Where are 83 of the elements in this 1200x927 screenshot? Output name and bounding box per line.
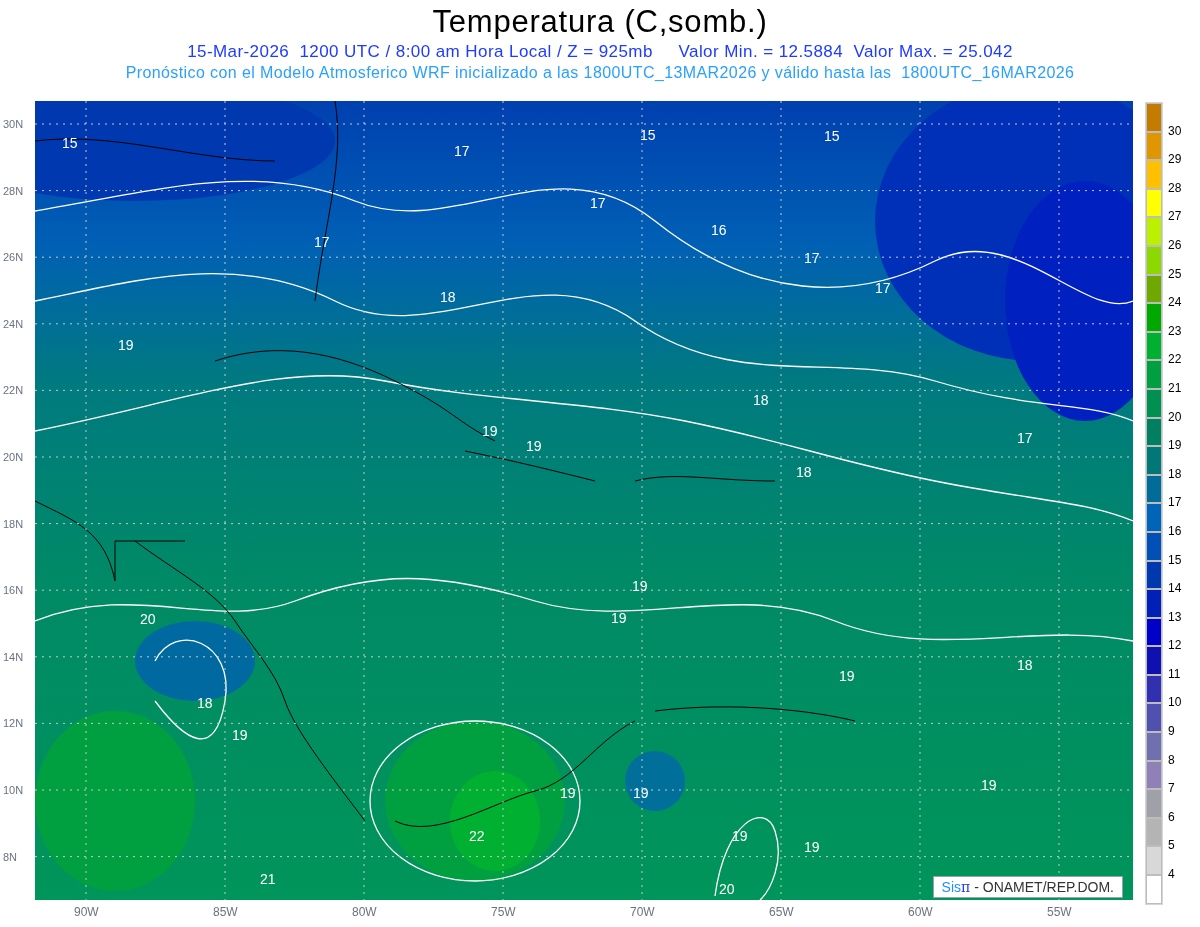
latitude-label: 24N [3, 317, 24, 330]
longitude-label: 80W [352, 906, 377, 919]
credit-text: - ONAMET/REP.DOM. [974, 878, 1114, 897]
color-scale-label: 27 [1168, 208, 1182, 226]
color-scale-label: 8 [1168, 751, 1176, 769]
contour-label: 15 [824, 129, 840, 143]
color-scale-label: 30 [1168, 122, 1182, 140]
color-scale-label: 23 [1168, 322, 1182, 340]
contour-label: 19 [804, 840, 820, 854]
subtitle: 15-Mar-2026 1200 UTC / 8:00 am Hora Local / Z = 925mb Valor Min. = 12.5884 Valor Max. = 25.042 [187, 42, 1013, 62]
latitude-label: 20N [3, 451, 24, 463]
color-scale-label: 4 [1168, 866, 1176, 884]
latitude-label: 28N [3, 184, 24, 197]
contour-label: 19 [526, 439, 542, 453]
color-scale-label: 21 [1168, 379, 1182, 397]
contour-label: 15 [640, 128, 656, 142]
longitude-label: 75W [491, 906, 516, 919]
longitude-label: 90W [74, 906, 99, 919]
color-scale-label: 7 [1168, 780, 1176, 798]
chart-title: Temperatura (C,somb.) [432, 3, 768, 41]
color-scale-label: 15 [1168, 551, 1182, 569]
color-scale-label: 5 [1168, 837, 1176, 855]
forecast-note: Pronóstico con el Modelo Atmosferico WRF inicializado a las 1800UTC_13MAR2026 y válido hasta las 1800UTC_16MAR2026 [125, 63, 1075, 83]
color-scale-label: 9 [1168, 723, 1176, 741]
latitude-label: 16N [3, 584, 24, 597]
color-scale-label: 14 [1168, 580, 1182, 598]
contour-label: 19 [981, 778, 997, 792]
color-scale-label: 6 [1168, 808, 1176, 826]
longitude-label: 65W [769, 906, 794, 919]
color-scale-label: 16 [1168, 522, 1182, 540]
contour-label: 20 [719, 882, 735, 896]
longitude-label: 55W [1047, 906, 1072, 919]
contour-label: 19 [633, 786, 649, 800]
contour-label: 17 [875, 281, 891, 295]
contour-label: 19 [839, 669, 855, 683]
contour-label: 19 [482, 424, 498, 438]
contour-label: 18 [1017, 658, 1033, 672]
latitude-label: 14N [3, 650, 24, 663]
contour-label: 19 [611, 611, 627, 625]
latitude-label: 8N [3, 850, 18, 863]
contour-label: 19 [232, 728, 248, 742]
brand-name: Sisπ [941, 878, 971, 897]
contour-label: 21 [260, 872, 276, 886]
contour-label: 17 [454, 144, 470, 158]
contour-label: 19 [118, 338, 134, 352]
contour-label: 17 [314, 235, 330, 249]
contour-label: 22 [469, 829, 485, 843]
color-scale-label: 12 [1168, 637, 1182, 655]
contour-label: 18 [796, 465, 812, 479]
color-scale-label: 26 [1168, 236, 1182, 254]
contour-label: 17 [1017, 431, 1033, 445]
longitude-label: 60W [908, 906, 933, 919]
color-scale-label: 18 [1168, 465, 1182, 483]
color-scale-label: 28 [1168, 179, 1182, 197]
latitude-label: 30N [3, 118, 24, 130]
contour-label: 19 [632, 579, 648, 593]
latitude-label: 22N [3, 384, 24, 397]
color-scale-label: 24 [1168, 294, 1182, 312]
color-scale-label: 25 [1168, 265, 1182, 283]
contour-label: 18 [197, 696, 213, 710]
contour-label: 19 [732, 829, 748, 843]
contour-label: 17 [590, 196, 606, 210]
contour-label: 20 [140, 612, 156, 626]
color-scale-label: 22 [1168, 351, 1182, 369]
color-scale-label: 20 [1168, 408, 1182, 426]
contour-label: 15 [62, 136, 78, 150]
longitude-label: 85W [213, 906, 238, 919]
contour-label: 16 [711, 223, 727, 237]
latitude-label: 10N [3, 784, 24, 796]
contour-label: 19 [560, 786, 576, 800]
latitude-label: 18N [3, 517, 24, 530]
latitude-label: 26N [3, 251, 24, 264]
contour-label: 17 [804, 251, 820, 265]
color-scale-label: 13 [1168, 608, 1182, 626]
latitude-label: 12N [3, 717, 24, 730]
contour-label: 18 [440, 290, 456, 304]
color-scale-label: 17 [1168, 494, 1182, 512]
color-scale-label: 10 [1168, 694, 1182, 712]
contour-label: 18 [753, 393, 769, 407]
longitude-label: 70W [630, 906, 655, 919]
color-scale-label: 29 [1168, 151, 1182, 169]
color-scale-label: 19 [1168, 437, 1182, 455]
color-scale-label: 11 [1168, 665, 1182, 683]
